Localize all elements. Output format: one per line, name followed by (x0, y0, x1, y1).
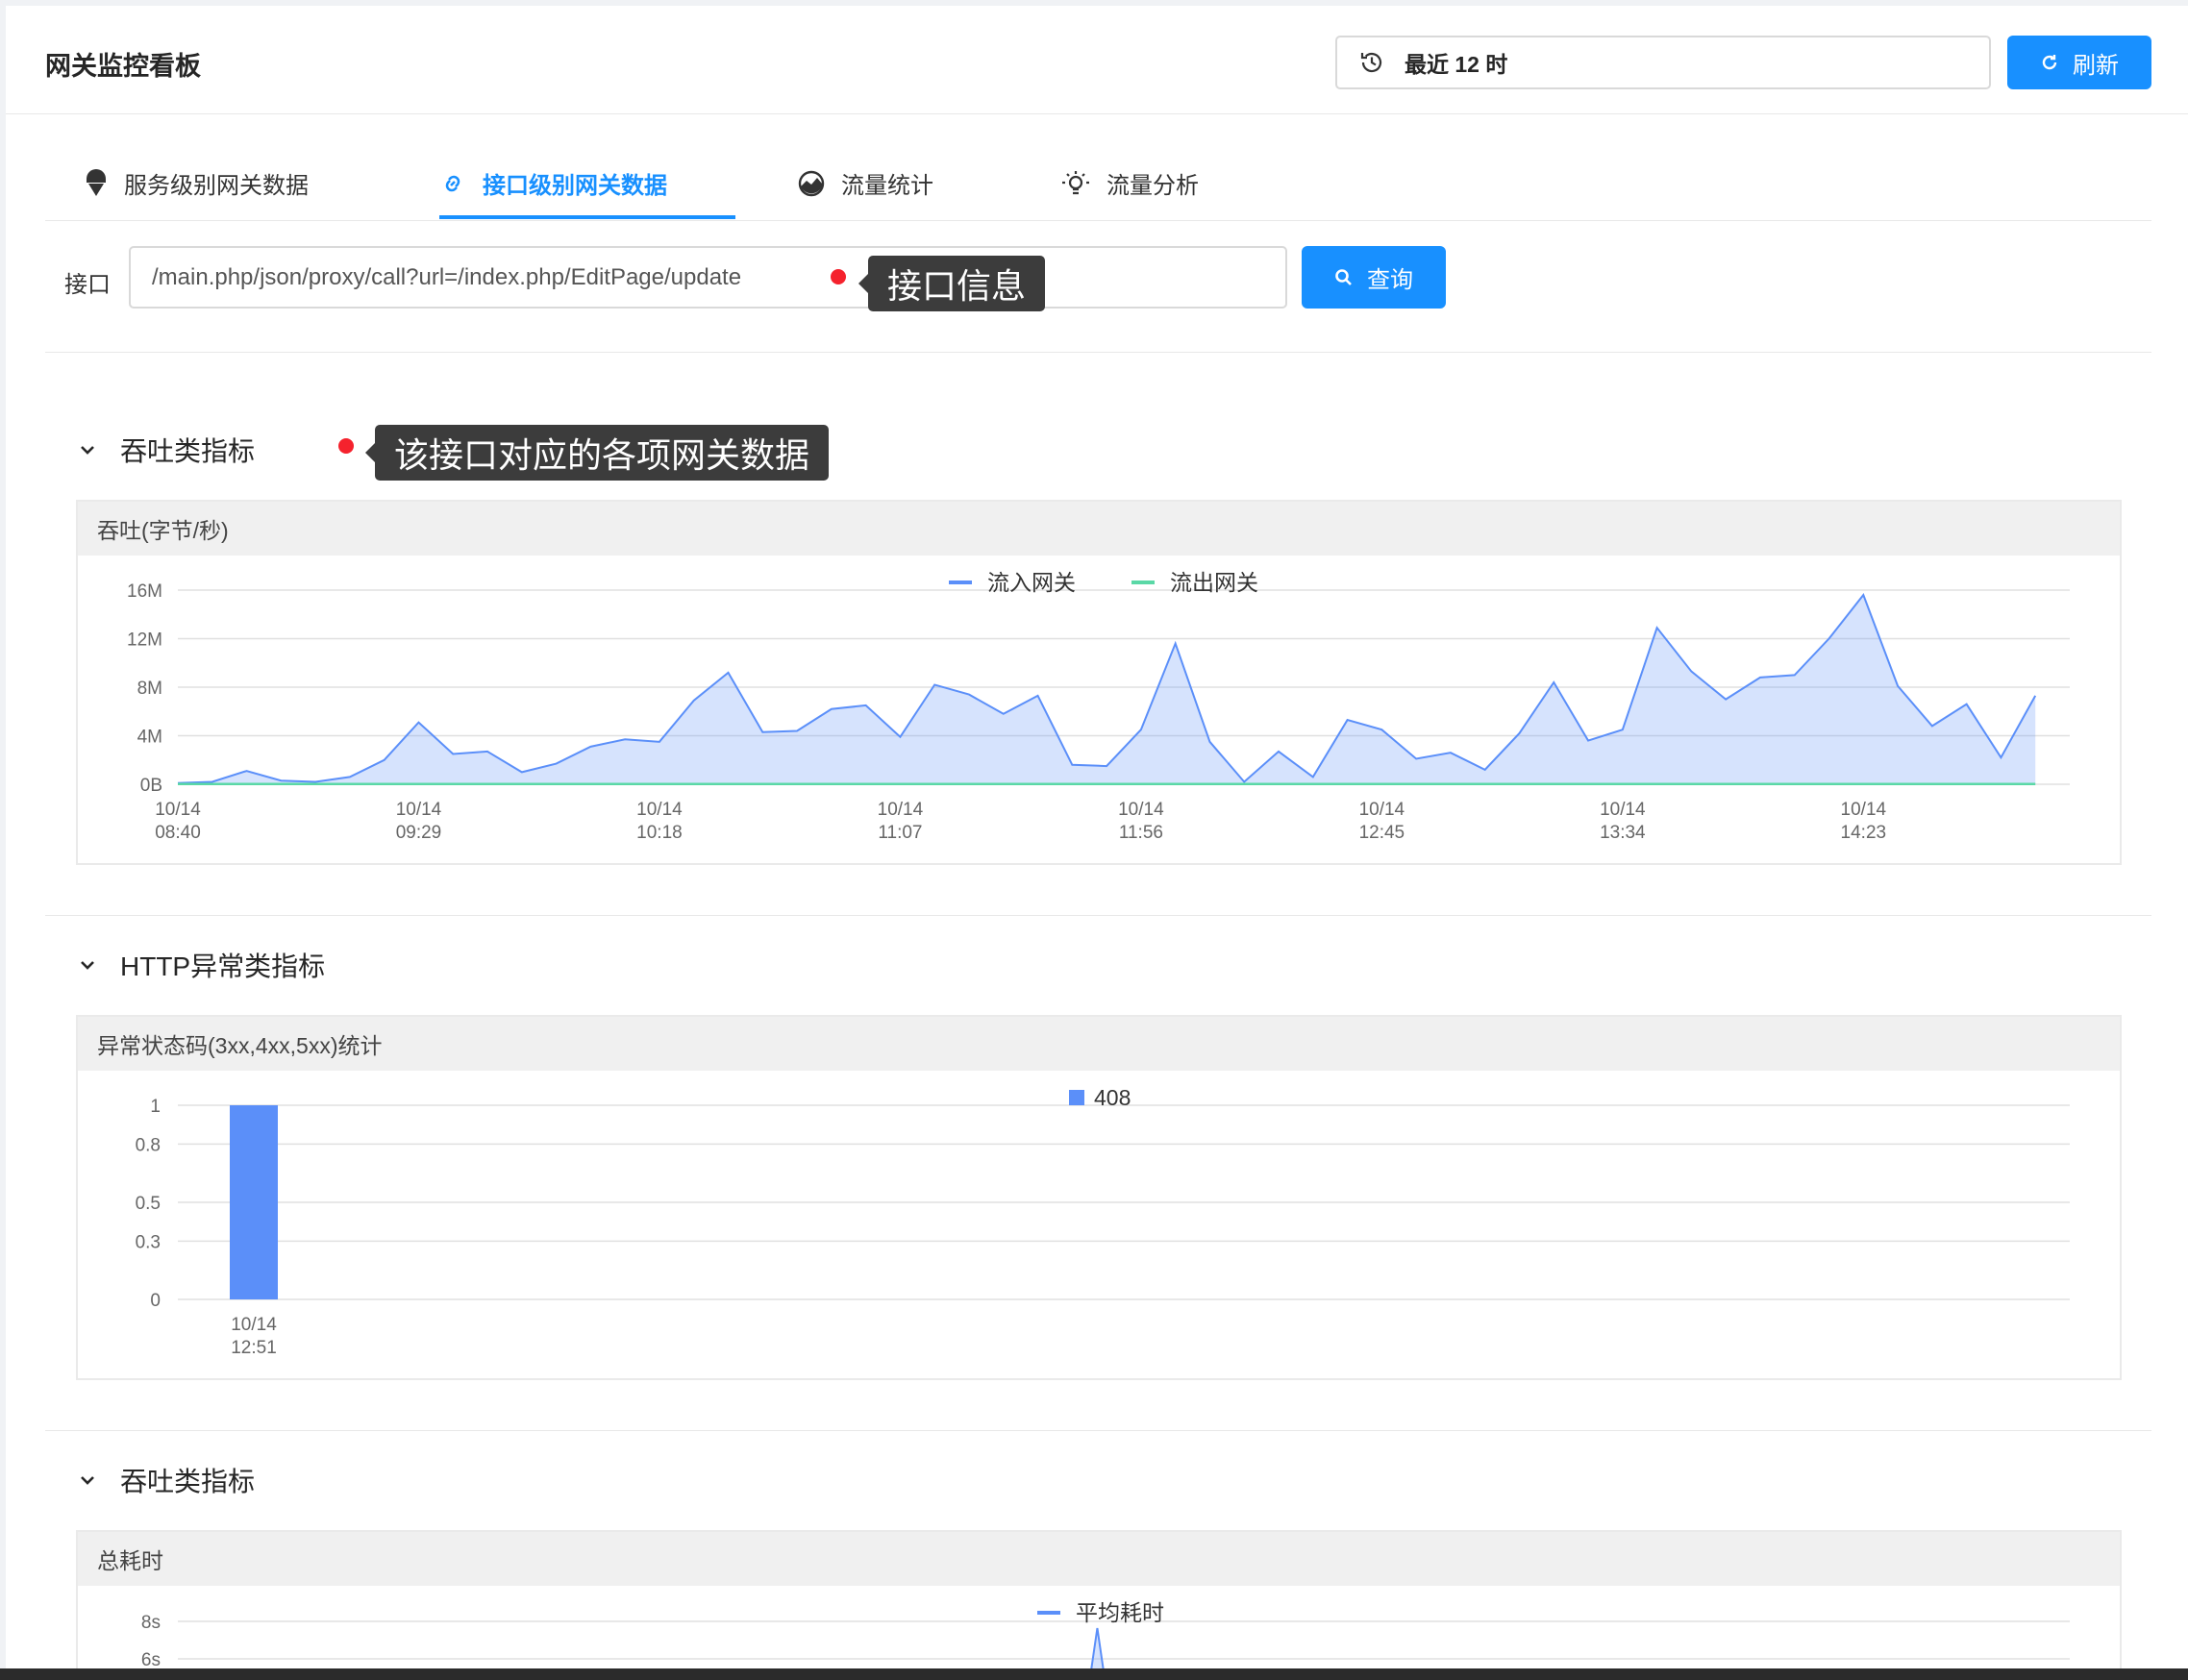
query-button-label: 查询 (1367, 267, 1413, 293)
refresh-icon (2042, 55, 2057, 70)
tab-label: 接口级别网关数据 (483, 173, 667, 199)
latency-chart: 8s 6s 平均耗时 (141, 1600, 2070, 1680)
section-title: 吞吐类指标 (120, 1467, 256, 1496)
area-chart-icon (798, 170, 825, 196)
section-http-error-header[interactable]: HTTP异常类指标 (78, 946, 325, 984)
bar (230, 1105, 278, 1299)
x-tick-date: 10/14 (231, 1315, 277, 1335)
interface-input[interactable] (129, 246, 1287, 309)
legend-label-out: 流出网关 (1170, 570, 1258, 595)
legend-label: 408 (1094, 1085, 1131, 1110)
legend-marker (1069, 1090, 1084, 1105)
x-tick-date: 10/14 (1359, 800, 1405, 820)
annotation-gateway-data: 该接口对应的各项网关数据 (364, 425, 830, 481)
tab-traffic-analysis[interactable]: 流量分析 (1060, 145, 1199, 221)
x-tick-date: 10/14 (878, 800, 924, 820)
x-tick-date: 10/14 (1841, 800, 1887, 820)
search-icon (1335, 268, 1352, 285)
y-tick-label: 16M (127, 581, 162, 602)
chevron-down-icon (81, 961, 94, 970)
tab-service-level[interactable]: 服务级别网关数据 (84, 145, 309, 221)
section-divider (45, 352, 2151, 353)
section-divider (45, 1430, 2151, 1431)
x-tick-date: 10/14 (155, 800, 201, 820)
page-title: 网关监控看板 (45, 52, 201, 81)
throughput-chart: 0B 4M 8M 12M 16M 10/14 08:40 10/14 09:29 10/14 10:… (127, 570, 2070, 843)
x-tick-date: 10/14 (1600, 800, 1646, 820)
annotation-dot (831, 269, 846, 284)
x-tick-time: 12:45 (1359, 823, 1405, 843)
time-range-label: 最近 12 时 (1405, 52, 1508, 77)
interface-label: 接口 (64, 272, 111, 298)
ice-cream-icon (87, 168, 106, 196)
y-tick-label: 0.5 (136, 1194, 161, 1214)
section-title: 吞吐类指标 (120, 436, 256, 466)
tab-interface-level[interactable]: 接口级别网关数据 (438, 145, 667, 221)
time-range-picker[interactable]: 最近 12 时 (1335, 36, 1991, 89)
history-icon (1360, 52, 1382, 73)
x-tick-date: 10/14 (1118, 800, 1164, 820)
y-tick-label: 0.3 (136, 1232, 161, 1252)
y-tick-label: 0.8 (136, 1135, 161, 1155)
x-tick-date: 10/14 (396, 800, 442, 820)
x-tick-date: 10/14 (636, 800, 683, 820)
tab-label: 流量统计 (841, 173, 933, 199)
section-latency-header[interactable]: 吞吐类指标 (78, 1461, 255, 1499)
annotation-dot (338, 438, 354, 454)
y-tick-label: 8M (137, 679, 162, 699)
tab-bar: 服务级别网关数据 接口级别网关数据 流量统计 流量分析 (45, 145, 2151, 221)
refresh-button-label: 刷新 (2073, 52, 2119, 79)
chevron-down-icon (81, 446, 94, 455)
x-tick-time: 11:07 (878, 823, 922, 843)
throughput-chart-card: 吞吐(字节/秒) 0B 4M 8M 12M 16M 10/14 08:40 10/14 09:2… (76, 500, 2122, 865)
x-tick-time: 11:56 (1119, 823, 1163, 843)
section-throughput-header[interactable]: 吞吐类指标 (78, 431, 255, 469)
refresh-button[interactable]: 刷新 (2007, 36, 2151, 89)
error-code-chart: 0 0.3 0.5 0.8 1 10/14 12:51 408 (136, 1085, 2070, 1358)
page-header: 网关监控看板 最近 12 时 刷新 (6, 6, 2188, 114)
x-tick-time: 14:23 (1841, 823, 1887, 843)
bulb-icon (1062, 170, 1089, 194)
dashboard-page: 网关监控看板 最近 12 时 刷新 服务级别网关数据 接口级别网关数据 流量统计 (6, 6, 2188, 1680)
x-tick-time: 08:40 (155, 823, 201, 843)
x-tick-time: 13:34 (1600, 823, 1646, 843)
y-tick-label: 6s (141, 1650, 161, 1670)
legend-label: 平均耗时 (1076, 1600, 1164, 1625)
bottom-bar (0, 1668, 2188, 1680)
y-tick-label: 0B (140, 776, 162, 796)
tab-traffic-stats[interactable]: 流量统计 (797, 145, 933, 221)
tab-label: 服务级别网关数据 (124, 173, 309, 199)
active-tab-indicator (439, 215, 735, 219)
chevron-down-icon (81, 1476, 94, 1485)
y-tick-label: 8s (141, 1613, 161, 1633)
x-tick-time: 10:18 (636, 823, 683, 843)
error-code-chart-card: 异常状态码(3xx,4xx,5xx)统计 0 0.3 0.5 0.8 1 10/14 12:… (76, 1015, 2122, 1380)
y-tick-label: 0 (150, 1291, 161, 1311)
query-button[interactable]: 查询 (1302, 246, 1446, 309)
chart-title: 吞吐(字节/秒) (78, 502, 2120, 556)
legend-label-in: 流入网关 (987, 570, 1076, 595)
chart-title: 总耗时 (78, 1532, 2120, 1586)
x-tick-time: 09:29 (396, 823, 442, 843)
annotation-interface-info: 接口信息 (858, 256, 1046, 311)
y-tick-label: 12M (127, 630, 162, 651)
series-area-in (178, 595, 2036, 784)
link-icon (445, 175, 460, 191)
latency-chart-card: 总耗时 8s 6s 平均耗时 (76, 1530, 2122, 1680)
chart-title: 异常状态码(3xx,4xx,5xx)统计 (78, 1017, 2120, 1071)
tab-label: 流量分析 (1106, 173, 1199, 199)
section-divider (45, 915, 2151, 916)
x-tick-time: 12:51 (231, 1338, 277, 1358)
y-tick-label: 4M (137, 728, 162, 748)
section-title: HTTP异常类指标 (120, 951, 326, 981)
y-tick-label: 1 (150, 1097, 161, 1117)
